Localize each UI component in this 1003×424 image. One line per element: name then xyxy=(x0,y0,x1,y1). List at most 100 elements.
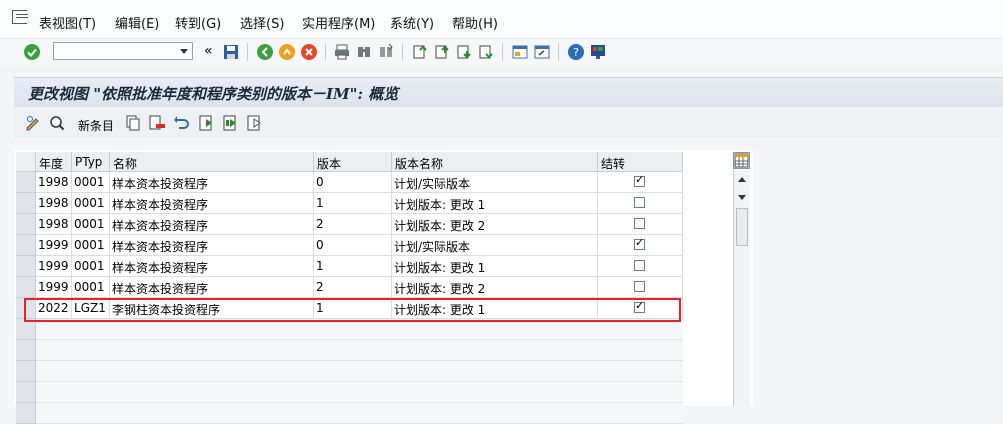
cell-version[interactable]: 2 xyxy=(314,214,392,235)
cell-version[interactable]: 0 xyxy=(314,235,392,256)
next-page-icon[interactable] xyxy=(455,43,473,61)
page-title: 更改视图 "依照批准年度和程序类别的版本－IM": 概览 xyxy=(28,85,399,103)
cell-version-name[interactable]: 计划/实际版本 xyxy=(392,172,598,193)
row-selector[interactable] xyxy=(16,256,36,277)
customize-layout-icon[interactable] xyxy=(589,43,607,61)
empty-table-row[interactable] xyxy=(36,319,683,340)
find-next-icon[interactable] xyxy=(377,43,395,61)
cell-year: 1999 xyxy=(36,256,72,277)
select-all-icon[interactable] xyxy=(198,114,216,132)
previous-page-icon[interactable] xyxy=(433,43,451,61)
menu-system[interactable]: 系统(Y) xyxy=(390,13,434,32)
cell-version-name[interactable]: 计划版本: 更改 1 xyxy=(392,256,598,277)
menu-table-view[interactable]: 表视图(T) xyxy=(39,13,96,32)
cell-name[interactable]: 样本资本投资程序 xyxy=(110,277,314,298)
shortcut-icon[interactable] xyxy=(533,43,551,61)
cell-version[interactable]: 1 xyxy=(314,256,392,277)
vertical-scrollbar[interactable] xyxy=(733,170,750,406)
carry-forward-checkbox[interactable] xyxy=(634,173,645,187)
undo-icon[interactable] xyxy=(172,114,190,132)
cell-version-name[interactable]: 计划/实际版本 xyxy=(392,235,598,256)
row-selector[interactable] xyxy=(16,172,36,193)
carry-forward-checkbox[interactable] xyxy=(634,197,645,208)
header-version-name[interactable]: 版本名称 xyxy=(392,152,598,172)
cell-ptyp: 0001 xyxy=(72,235,110,256)
row-selector[interactable] xyxy=(16,361,36,382)
cell-version-name[interactable]: 计划版本: 更改 2 xyxy=(392,214,598,235)
cell-name[interactable]: 样本资本投资程序 xyxy=(110,193,314,214)
carry-forward-checkbox[interactable] xyxy=(634,236,645,250)
empty-table-row[interactable] xyxy=(36,403,683,424)
carry-forward-checkbox[interactable] xyxy=(634,218,645,229)
empty-table-row[interactable] xyxy=(36,361,683,382)
cell-ptyp: 0001 xyxy=(72,277,110,298)
application-toolbar: 新条目 xyxy=(14,108,1003,138)
menu-edit[interactable]: 编辑(E) xyxy=(115,13,159,32)
cell-carry-forward xyxy=(598,277,683,298)
header-name[interactable]: 名称 xyxy=(110,152,314,172)
cell-year: 1998 xyxy=(36,193,72,214)
command-field[interactable] xyxy=(53,42,193,60)
header-version[interactable]: 版本 xyxy=(314,152,392,172)
menu-bar: 表视图(T) 编辑(E) 转到(G) 选择(S) 实用程序(M) 系统(Y) 帮… xyxy=(0,0,1003,39)
header-carry-forward[interactable]: 结转 xyxy=(598,152,683,172)
cell-version-name[interactable]: 计划版本: 更改 2 xyxy=(392,277,598,298)
cell-version[interactable]: 1 xyxy=(314,193,392,214)
cell-name[interactable]: 样本资本投资程序 xyxy=(110,214,314,235)
find-icon[interactable] xyxy=(355,43,373,61)
standard-toolbar: « ? xyxy=(0,39,1003,65)
cell-version[interactable]: 2 xyxy=(314,277,392,298)
scroll-up-icon[interactable] xyxy=(738,177,746,182)
scroll-thumb[interactable] xyxy=(736,208,748,246)
menu-utilities[interactable]: 实用程序(M) xyxy=(302,13,375,32)
chevron-down-icon[interactable] xyxy=(180,49,188,54)
scroll-down-icon[interactable] xyxy=(738,195,746,200)
last-page-icon[interactable] xyxy=(477,43,495,61)
carry-forward-checkbox[interactable] xyxy=(634,281,645,292)
cell-year: 1998 xyxy=(36,172,72,193)
table-settings-icon[interactable] xyxy=(733,152,750,169)
cell-version[interactable]: 0 xyxy=(314,172,392,193)
header-year[interactable]: 年度 xyxy=(36,152,72,172)
empty-table-row[interactable] xyxy=(36,340,683,361)
row-selector[interactable] xyxy=(16,382,36,403)
menu-goto[interactable]: 转到(G) xyxy=(175,13,221,32)
row-selector[interactable] xyxy=(16,214,36,235)
copy-as-icon[interactable] xyxy=(124,114,142,132)
cancel-icon[interactable] xyxy=(300,43,318,61)
row-selector[interactable] xyxy=(16,403,36,424)
collapse-chevron[interactable]: « xyxy=(204,43,213,59)
cell-name[interactable]: 样本资本投资程序 xyxy=(110,172,314,193)
first-page-icon[interactable] xyxy=(411,43,429,61)
details-icon[interactable] xyxy=(48,114,66,132)
row-selector[interactable] xyxy=(16,340,36,361)
back-icon[interactable] xyxy=(256,43,274,61)
row-selector[interactable] xyxy=(16,193,36,214)
new-session-icon[interactable] xyxy=(511,43,529,61)
new-entries-button[interactable]: 新条目 xyxy=(78,117,114,134)
cell-version-name[interactable]: 计划版本: 更改 1 xyxy=(392,193,598,214)
print-icon[interactable] xyxy=(333,43,351,61)
display-change-icon[interactable] xyxy=(24,114,42,132)
carry-forward-checkbox[interactable] xyxy=(634,260,645,271)
header-ptyp[interactable]: PTyp xyxy=(72,152,110,172)
deselect-all-icon[interactable] xyxy=(246,114,264,132)
save-icon[interactable] xyxy=(222,43,240,61)
row-selector-header[interactable] xyxy=(16,152,36,172)
row-selector[interactable] xyxy=(16,277,36,298)
menu-help[interactable]: 帮助(H) xyxy=(452,13,498,32)
enter-check-icon[interactable] xyxy=(23,43,41,61)
select-block-icon[interactable] xyxy=(222,114,240,132)
cell-name[interactable]: 样本资本投资程序 xyxy=(110,256,314,277)
menu-exit-icon[interactable] xyxy=(12,10,28,24)
cell-ptyp: 0001 xyxy=(72,256,110,277)
cell-name[interactable]: 样本资本投资程序 xyxy=(110,235,314,256)
screen-title-bar: 更改视图 "依照批准年度和程序类别的版本－IM": 概览 xyxy=(14,77,1003,107)
row-selector[interactable] xyxy=(16,235,36,256)
menu-select[interactable]: 选择(S) xyxy=(240,13,284,32)
exit-icon[interactable] xyxy=(278,43,296,61)
help-icon[interactable]: ? xyxy=(567,43,585,61)
empty-table-row[interactable] xyxy=(36,382,683,403)
delete-icon[interactable] xyxy=(148,114,166,132)
row-selector[interactable] xyxy=(16,319,36,340)
